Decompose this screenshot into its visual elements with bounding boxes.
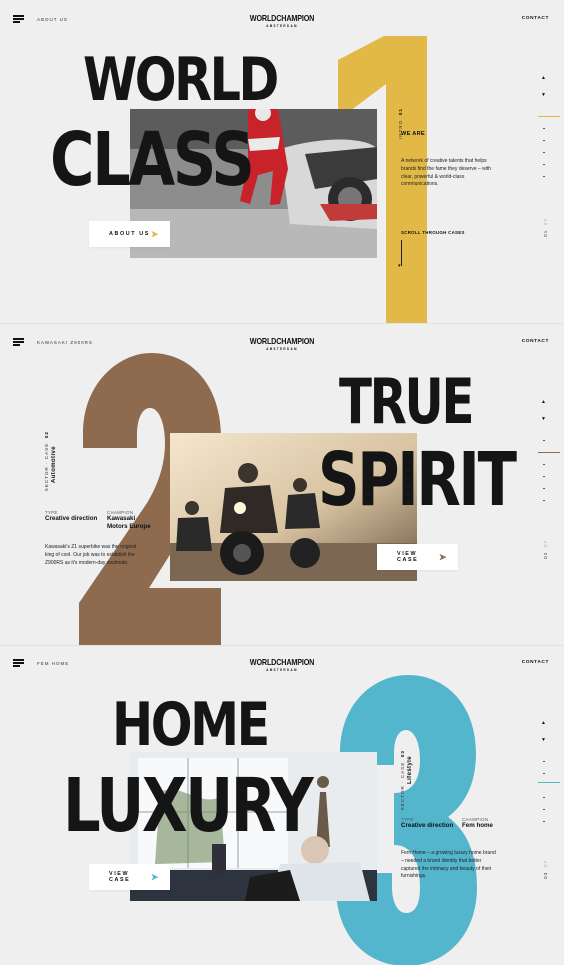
slide-scroller[interactable]: ▲ ▼ <box>538 76 560 186</box>
scroller-tick[interactable] <box>543 488 545 489</box>
slide-world-class: ABOUT US WORLDCHAMPION AMSTERDAM CONTACT … <box>0 0 564 323</box>
slide-true-spirit: KAWASAKI Z900RS WORLDCHAMPION AMSTERDAM C… <box>0 323 564 645</box>
scroller-tick[interactable] <box>543 140 545 141</box>
headline-bottom: CLASS <box>50 117 255 203</box>
scroll-label[interactable]: SCROLL THROUGH CASES <box>401 230 465 235</box>
arrow-down-icon[interactable]: ▼ <box>541 417 546 422</box>
view-case-button[interactable]: VIEW CASE ➤ <box>89 864 170 890</box>
scroller-tick[interactable] <box>543 476 545 477</box>
type-value: Creative direction <box>45 515 98 522</box>
scroller-tick[interactable] <box>543 821 545 822</box>
case-description: Fem Home – a growing luxury home brand –… <box>401 850 496 880</box>
sector-value: Automotive <box>51 446 57 483</box>
arrow-up-icon[interactable]: ▲ <box>541 76 546 81</box>
logo[interactable]: WORLDCHAMPION AMSTERDAM <box>42 657 521 672</box>
intro-description: A network of creative talents that helps… <box>401 158 492 188</box>
arrow-up-icon[interactable]: ▲ <box>541 721 546 726</box>
menu-icon[interactable] <box>13 659 24 667</box>
arrow-up-icon[interactable]: ▲ <box>541 400 546 405</box>
scroll-down-arrow-icon[interactable]: ▾ <box>398 264 401 269</box>
view-case-button[interactable]: VIEW CASE ➤ <box>377 544 458 570</box>
slide-scroller[interactable]: ▲ ▼ <box>538 400 560 510</box>
contact-link[interactable]: CONTACT <box>522 339 549 344</box>
sector-label: SECTOR · CASE 03 <box>400 750 405 811</box>
champion-value: Kawasaki Motors Europe <box>107 515 151 531</box>
headline-bottom: LUXURY <box>63 763 314 849</box>
type-value: Creative direction <box>401 822 454 829</box>
pager: 03 07 <box>543 860 548 879</box>
scroller-tick[interactable] <box>543 464 545 465</box>
sector-label: SECTOR · CASE 02 <box>44 431 49 492</box>
view-case-button-label: VIEW CASE <box>109 871 131 883</box>
case-description: Kawasaki's Z1 superbike was the original… <box>45 544 137 566</box>
logo[interactable]: WORLDCHAMPION AMSTERDAM <box>42 336 521 351</box>
arrow-right-icon: ➤ <box>150 871 160 882</box>
slide-scroller[interactable]: ▲ ▼ <box>538 721 560 831</box>
scroller-tick[interactable] <box>543 164 545 165</box>
headline-top: HOME <box>112 690 270 760</box>
about-us-button-label: ABOUT US <box>109 231 150 237</box>
scroller-tick[interactable] <box>543 176 545 177</box>
pager: 01 07 <box>543 218 548 237</box>
type-block: TYPE Creative direction <box>45 510 105 523</box>
scroller-tick[interactable] <box>543 773 545 774</box>
scroller-tick[interactable] <box>543 128 545 129</box>
headline-top: WORLD <box>83 45 279 115</box>
logo[interactable]: WORLDCHAMPION AMSTERDAM <box>42 13 521 28</box>
scroller-tick[interactable] <box>543 809 545 810</box>
arrow-right-icon: ➤ <box>150 228 160 239</box>
scroller-tick[interactable] <box>543 440 545 441</box>
sector-value: Lifestyle <box>407 756 413 784</box>
champion-block: CHAMPION Kawasaki Motors Europe <box>107 510 157 531</box>
headline-top: TRUE <box>339 365 475 438</box>
menu-icon[interactable] <box>13 338 24 346</box>
we-are-heading: WE ARE <box>401 131 425 137</box>
scroller-tick[interactable] <box>543 500 545 501</box>
arrow-right-icon: ➤ <box>438 551 448 562</box>
about-us-button[interactable]: ABOUT US ➤ <box>89 221 170 247</box>
contact-link[interactable]: CONTACT <box>522 660 549 665</box>
champion-value: Fem home <box>462 822 493 829</box>
active-indicator <box>538 782 560 783</box>
arrow-down-icon[interactable]: ▼ <box>541 738 546 743</box>
scroll-line <box>401 240 402 266</box>
scroller-tick[interactable] <box>543 152 545 153</box>
headline-bottom: SPIRIT <box>318 437 517 523</box>
contact-link[interactable]: CONTACT <box>522 16 549 21</box>
scroller-tick[interactable] <box>543 797 545 798</box>
view-case-button-label: VIEW CASE <box>397 551 419 563</box>
pager: 02 07 <box>543 540 548 559</box>
champion-block: CHAMPION Fem home <box>462 817 512 830</box>
type-block: TYPE Creative direction <box>401 817 461 830</box>
menu-icon[interactable] <box>13 15 24 23</box>
slide-home-luxury: FEM HOME WORLDCHAMPION AMSTERDAM CONTACT … <box>0 645 564 965</box>
active-indicator <box>538 116 560 117</box>
scroller-tick[interactable] <box>543 761 545 762</box>
active-indicator <box>538 452 560 453</box>
arrow-down-icon[interactable]: ▼ <box>541 93 546 98</box>
